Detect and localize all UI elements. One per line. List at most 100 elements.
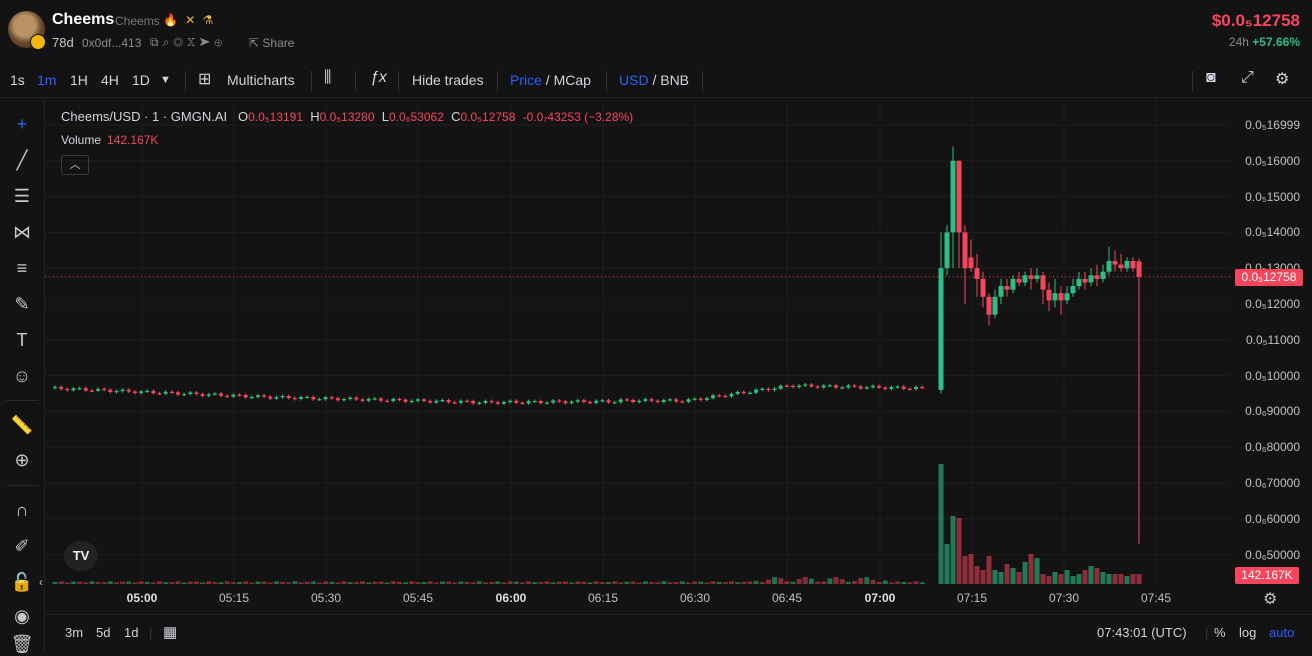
volume-bar	[1010, 568, 1016, 584]
text-icon[interactable]: T	[10, 328, 34, 352]
candle-body	[594, 400, 599, 403]
interval-4h[interactable]: 4H	[101, 72, 119, 88]
website-icon[interactable]: ⊕	[214, 35, 226, 49]
candle-body	[286, 396, 291, 399]
candle-body	[1106, 261, 1112, 272]
copy-icon[interactable]: ⧉	[150, 35, 163, 49]
time-axis-label: 06:45	[771, 591, 803, 605]
settings-icon[interactable]: ⚙	[1275, 69, 1289, 89]
price-axis-label: 0.0₆60000	[1245, 511, 1300, 526]
change-value: +57.66%	[1252, 35, 1300, 49]
price-mcap-toggle[interactable]: Price / MCap	[510, 72, 591, 88]
candle-body	[1022, 275, 1028, 283]
volume-bar	[944, 544, 950, 584]
usd-option[interactable]: USD	[619, 72, 649, 88]
tradingview-logo[interactable]: TV	[64, 541, 98, 571]
fullscreen-icon[interactable]: ⤢	[1241, 69, 1254, 87]
candle-body	[157, 393, 162, 395]
volume-bar	[1028, 554, 1034, 584]
range-1d[interactable]: 1d	[124, 625, 138, 640]
interval-1d[interactable]: 1D	[132, 72, 150, 88]
hide-trades-button[interactable]: Hide trades	[412, 72, 484, 88]
emoji-icon[interactable]: ☺	[10, 364, 34, 388]
candles-icon[interactable]: ⫼	[324, 69, 331, 87]
range-3m[interactable]: 3m	[65, 625, 83, 640]
volume-bar	[1124, 576, 1130, 584]
interval-1h[interactable]: 1H	[70, 72, 88, 88]
candle-body	[360, 399, 365, 401]
candle-body	[606, 400, 611, 403]
auto-toggle[interactable]: auto	[1269, 625, 1294, 640]
eye-icon[interactable]: ◉	[10, 604, 34, 628]
candle-body	[624, 399, 629, 401]
candle-body	[231, 394, 236, 397]
zoom-icon[interactable]: ⊕	[10, 448, 34, 472]
volume-bar	[962, 556, 968, 584]
share-button[interactable]: ⇱ Share	[249, 36, 294, 50]
currency-toggle[interactable]: USD / BNB	[619, 72, 689, 88]
calendar-icon[interactable]: ▦	[163, 623, 177, 641]
x-icon[interactable]: 𝕏	[187, 35, 200, 49]
bnb-option[interactable]: BNB	[660, 72, 689, 88]
crosshair-icon[interactable]: +	[10, 112, 34, 136]
interval-1m[interactable]: 1m	[37, 72, 56, 88]
interval-dropdown-icon[interactable]: ▼	[160, 74, 171, 86]
volume-bar	[1022, 562, 1028, 584]
brush-icon[interactable]: ✎	[10, 292, 34, 316]
mcap-option[interactable]: MCap	[554, 72, 591, 88]
lock-drawing-icon[interactable]: ✐	[10, 534, 34, 558]
add-chart-icon[interactable]: ⊞	[198, 69, 211, 89]
volume-bar	[980, 570, 986, 584]
telegram-icon[interactable]: ➤	[199, 35, 214, 49]
fib-icon[interactable]: ☰	[10, 184, 34, 208]
candle-body	[864, 387, 869, 389]
interval-1s[interactable]: 1s	[10, 72, 25, 88]
search-icon[interactable]: ⌕	[163, 35, 174, 49]
candle-body	[1052, 293, 1058, 301]
time-axis-label: 07:00	[864, 591, 896, 605]
log-toggle[interactable]: log	[1239, 625, 1256, 640]
candle-body	[754, 389, 759, 393]
candle-body	[169, 391, 174, 393]
token-symbol: Cheems	[115, 14, 160, 28]
price-axis[interactable]: 0.0₅16999 0.0₅16000 0.0₅15000 0.0₅14000 0.0₅…	[1230, 100, 1312, 584]
candle-body	[1040, 275, 1046, 290]
time-axis[interactable]: 05:00 05:15 05:30 05:45 06:00 06:15 06:30 06:45…	[45, 584, 1230, 614]
camera-icon[interactable]: ◙	[1206, 69, 1216, 87]
lock-icon[interactable]: 🔓	[10, 570, 34, 594]
globe-icon[interactable]: ◎	[173, 35, 187, 49]
volume-bar	[1100, 572, 1106, 584]
percent-toggle[interactable]: %	[1214, 625, 1226, 640]
volume-bar	[1130, 574, 1136, 584]
ruler-icon[interactable]: 📏	[10, 413, 34, 437]
indicators-icon[interactable]: ƒx	[370, 69, 387, 87]
volume-bar	[1034, 558, 1040, 584]
volume-bar	[1094, 568, 1100, 584]
candle-body	[96, 388, 101, 391]
candle-body	[980, 278, 986, 297]
candle-body	[311, 396, 316, 400]
price-chart[interactable]	[45, 100, 1230, 584]
range-5d[interactable]: 5d	[96, 625, 110, 640]
trendline-icon[interactable]: ╱	[10, 148, 34, 172]
gann-icon[interactable]: ≡	[10, 256, 34, 280]
contract-address[interactable]: 0x0df...413	[82, 36, 141, 50]
low-label: L	[381, 109, 389, 124]
candle-body	[986, 296, 992, 315]
magnet-icon[interactable]: ∩	[10, 498, 34, 522]
candle-body	[698, 398, 703, 400]
time-axis-label: 05:00	[126, 591, 158, 605]
trash-icon[interactable]: 🗑	[10, 632, 34, 656]
candle-body	[840, 387, 845, 389]
candle-body	[649, 399, 654, 401]
candle-body	[139, 391, 144, 394]
price-option[interactable]: Price	[510, 72, 542, 88]
pattern-icon[interactable]: ⋈	[10, 220, 34, 244]
multicharts-button[interactable]: Multicharts	[227, 72, 295, 88]
collapse-legend-button[interactable]: ︿	[61, 155, 89, 175]
candle-body	[551, 400, 556, 403]
chart-settings-icon[interactable]: ⚙	[1263, 589, 1277, 609]
candle-body	[489, 401, 494, 403]
candle-body	[65, 388, 70, 391]
clock[interactable]: 07:43:01 (UTC)	[1097, 625, 1187, 640]
